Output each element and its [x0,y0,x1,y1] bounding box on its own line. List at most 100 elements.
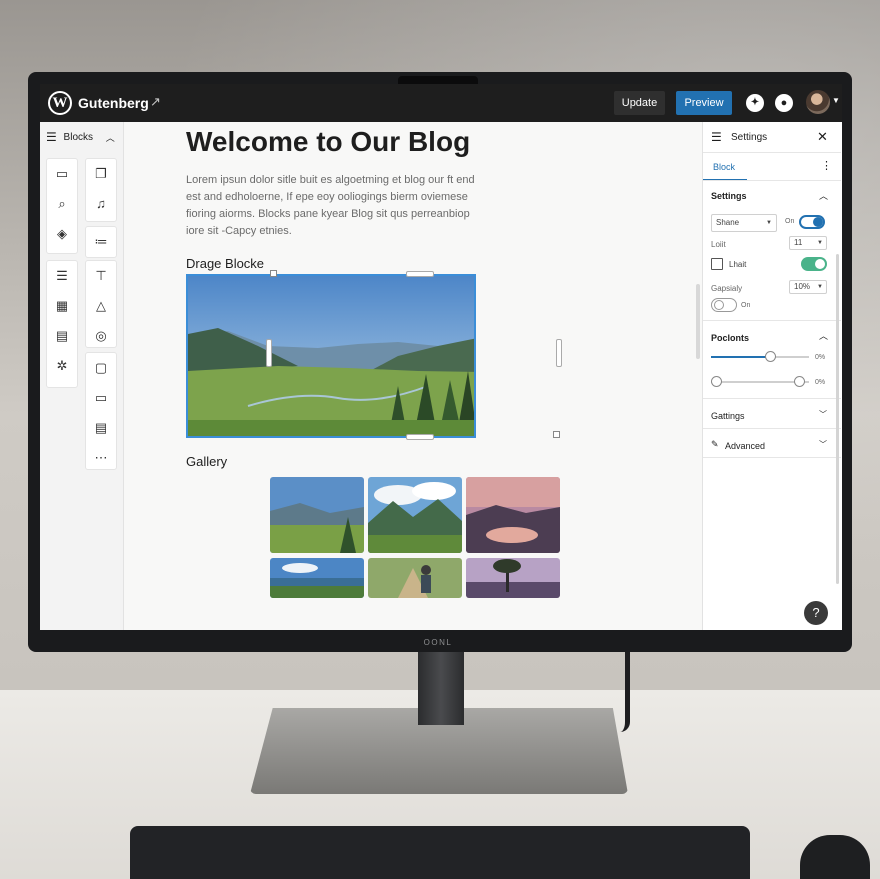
blocks-header[interactable]: ☰ Blocks ︿ [46,130,120,148]
block-inserter-sidebar: ☰ Blocks ︿ ▭ ⌕ ◈ ☰ ▦ ▤ ✲ ❐ ♫ ≔ ⊤ △ ◎ ▢ ▭… [40,122,124,630]
monitor-cable [612,652,630,732]
help-button[interactable]: ? [804,601,828,625]
gapsialy-toggle[interactable] [711,298,737,312]
tab-block[interactable]: Block [713,162,735,172]
tool-group-4: ≔ [85,226,117,258]
slider-2-start-knob[interactable] [711,376,722,387]
gapsialy-select[interactable]: 10% ▼ [789,280,827,294]
mouse [800,835,870,879]
gallery-thumb[interactable] [270,477,364,553]
comments-icon[interactable]: ✦ [746,94,764,112]
gallery-heading[interactable]: Gallery [186,454,227,469]
section-advanced[interactable]: ✎ Advanced ﹀ [703,428,841,458]
resize-handle-top[interactable] [406,271,434,277]
tool-group-1: ▭ ⌕ ◈ [46,158,78,254]
close-icon[interactable]: ✕ [817,129,828,145]
editor-screen: W Gutenberg ↗ Update Preview ✦ ● ▼ ☰ Blo… [40,84,842,630]
gapsialy-on-label: On [741,302,751,309]
box-icon[interactable]: ▢ [86,353,116,383]
menu-icon[interactable]: ☰ [711,130,722,144]
copy-icon[interactable]: ❐ [86,159,116,189]
document-icon[interactable]: ▭ [47,159,77,189]
gallery-thumb[interactable] [466,477,560,553]
card-icon[interactable]: ▤ [47,321,77,351]
post-paragraph[interactable]: Lorem ipsun dolor sitle buit es algoetmi… [186,172,486,240]
resize-corner-top-left[interactable] [270,270,277,277]
table-icon[interactable]: ▤ [86,413,116,443]
lhait-checkbox[interactable] [711,258,723,270]
tool-group-6: ▢ ▭ ▤ ⋯ [85,352,117,470]
resize-corner-bottom-right[interactable] [553,431,560,438]
settings-scrollbar[interactable] [836,254,839,584]
section-gattings[interactable]: Gattings ﹀ [703,398,841,428]
triangle-icon[interactable]: △ [86,291,116,321]
grid-icon[interactable]: ▦ [47,291,77,321]
paragraph-icon[interactable]: ☰ [47,261,77,291]
gapsialy-select-value: 10% [794,282,811,291]
chevron-up-icon[interactable]: ︿ [819,189,828,202]
list-icon[interactable]: ≔ [86,227,116,257]
chevron-down-icon[interactable]: ﹀ [819,439,827,450]
wordpress-logo-icon[interactable]: W [48,91,72,115]
layers-icon[interactable]: ◈ [47,219,77,249]
user-icon[interactable]: ● [775,94,793,112]
slider-1-knob[interactable] [764,351,776,362]
gallery-image-clouds [368,477,462,553]
section-advanced-label: Advanced [725,441,766,451]
section-gattings-label: Gattings [711,411,745,421]
resize-handle-right[interactable] [556,339,562,367]
toggle-on-label: On [785,218,795,225]
section-poclonts[interactable]: Poclonts ︿ [703,320,841,346]
chevron-down-icon: ▼ [817,284,823,290]
resize-handle-bottom[interactable] [406,434,434,440]
bell-icon[interactable]: ♫ [86,189,116,219]
keyboard [130,826,750,879]
settings-panel-header: ☰ Settings ✕ [703,122,841,152]
section-settings[interactable]: Settings ︿ [703,180,841,206]
gallery-image-hiker [368,558,462,598]
image-block-heading[interactable]: Drage Blocke [186,256,264,271]
mountain-valley-image [188,276,474,436]
tool-group-2: ☰ ▦ ▤ ✲ [46,260,78,388]
toggle-switch[interactable] [799,215,825,229]
gallery-image-tree-dusk [466,558,560,598]
monitor-brand: OONL [423,638,453,647]
gallery-thumb[interactable] [270,558,364,598]
canvas-scrollbar[interactable] [696,284,700,359]
slider-2-value: 0% [815,379,826,386]
chevron-down-icon[interactable]: ﹀ [819,409,827,420]
toggle-knob [714,300,724,310]
gallery-thumb[interactable] [368,558,462,598]
external-link-icon[interactable]: ↗ [150,94,161,110]
chevron-up-icon[interactable]: ︿ [819,329,828,342]
more-icon[interactable]: ⋯ [86,443,116,473]
style-select[interactable]: Shane ▼ [711,214,777,232]
hero-image[interactable] [186,274,476,438]
more-options-icon[interactable]: ⋮ [821,159,832,172]
chevron-up-icon[interactable]: ︿ [106,133,115,143]
slider-1-fill [711,356,770,358]
gallery-thumb[interactable] [368,477,462,553]
gallery-image-sunset-lake [466,477,560,553]
gallery-thumb[interactable] [466,558,560,598]
settings-icon[interactable]: ✲ [47,351,77,381]
chevron-down-icon: ▼ [766,220,772,226]
slider-2-knob[interactable] [794,376,806,387]
lhait-toggle[interactable] [801,257,827,271]
toggle-knob [813,217,823,227]
update-button[interactable]: Update [614,91,665,115]
check-circle-icon[interactable]: ◎ [86,321,116,351]
resize-handle-left[interactable] [266,339,272,367]
lamp-icon[interactable]: ⊤ [86,261,116,291]
monitor-stand-neck [418,650,464,725]
slider-1-value: 0% [815,354,826,361]
post-title[interactable]: Welcome to Our Blog [186,126,470,158]
loiit-select[interactable]: 11 ▼ [789,236,827,250]
menu-icon[interactable]: ☰ [46,130,57,144]
monitor-icon[interactable]: ▭ [86,383,116,413]
chevron-down-icon: ▼ [817,240,823,246]
chevron-down-icon[interactable]: ▼ [832,96,840,105]
preview-button[interactable]: Preview [676,91,732,115]
avatar[interactable] [806,90,830,114]
search-icon[interactable]: ⌕ [47,189,77,219]
